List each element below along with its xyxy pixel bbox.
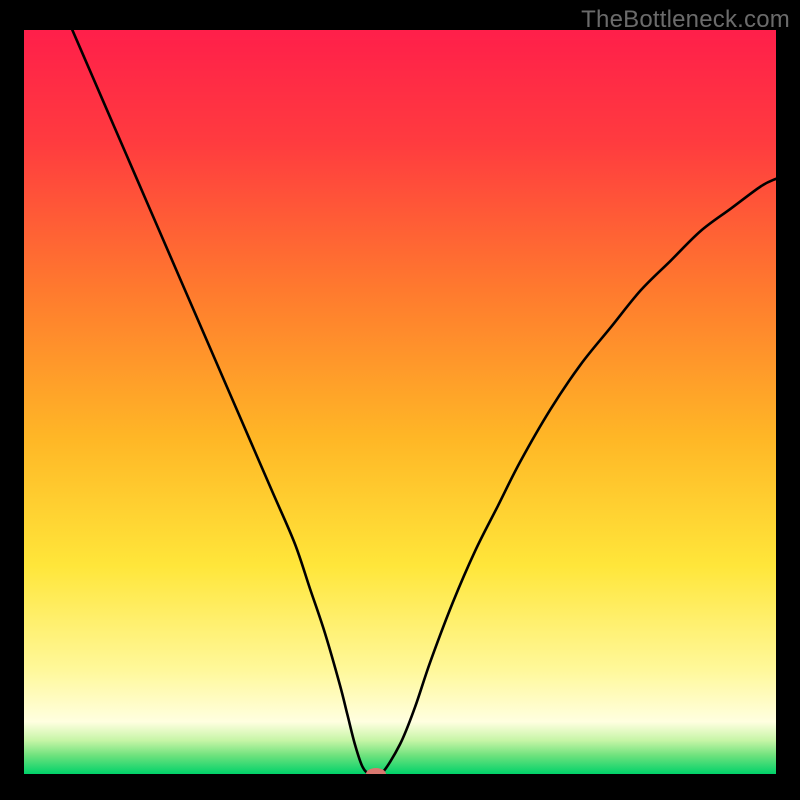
gradient-background <box>24 30 776 774</box>
bottleneck-chart <box>0 0 800 800</box>
minimum-marker <box>366 768 386 780</box>
chart-frame: TheBottleneck.com <box>0 0 800 800</box>
